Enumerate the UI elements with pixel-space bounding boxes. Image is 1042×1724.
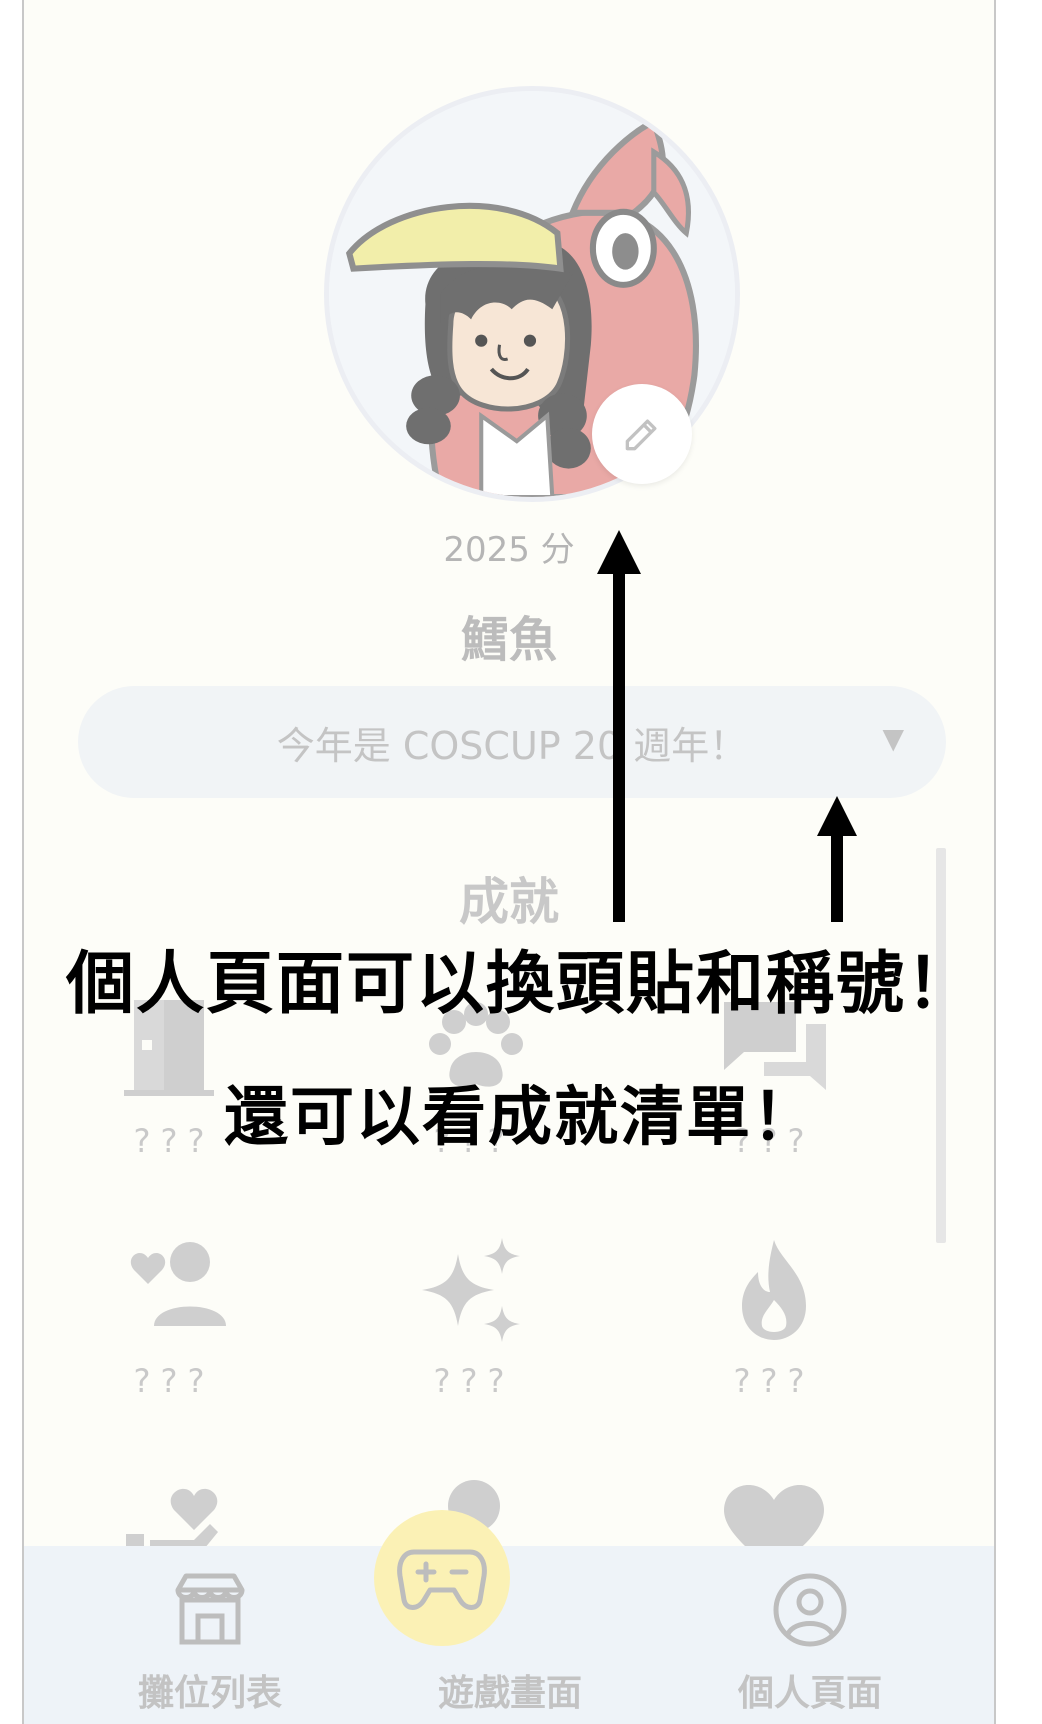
arrow-up-icon [597,530,641,922]
nav-profile[interactable]: 個人頁面 [660,1546,960,1724]
nav-game-label: 遊戲畫面 [437,1673,582,1714]
heart-person-icon [130,1242,226,1326]
pencil-icon [625,419,657,451]
scrollbar[interactable] [936,848,946,1243]
nav-profile-label: 個人頁面 [737,1673,882,1714]
nickname: 鱈魚 [460,612,557,668]
sparkles-icon [422,1238,520,1342]
achievement-label: ??? [133,1362,215,1400]
annotation-line-1: 個人頁面可以換頭貼和稱號！ [65,945,976,1024]
edit-avatar-button[interactable] [592,384,692,484]
title-select-value: 今年是 COSCUP 20 週年！ [276,723,748,768]
gamepad-icon [397,1549,487,1610]
annotation-line-2: 還可以看成就清單！ [224,1081,818,1155]
achievement-item[interactable]: ??? [364,1230,584,1400]
bottom-nav: 攤位列表 遊戲畫面 個人頁面 [24,1510,994,1724]
achievement-label: ??? [433,1362,515,1400]
fire-icon [742,1240,806,1340]
achievement-item[interactable]: ??? [64,1230,284,1400]
score-text: 2025 分 [443,530,575,570]
nav-game[interactable]: 遊戲畫面 [360,1510,660,1724]
game-button[interactable] [374,1510,510,1646]
title-select[interactable]: 今年是 COSCUP 20 週年！ ▼ [78,686,946,798]
nav-booths[interactable]: 攤位列表 [60,1546,360,1724]
achievement-item[interactable]: ??? [664,1230,884,1400]
achievement-label: ??? [733,1362,815,1400]
nav-booths-label: 攤位列表 [137,1673,282,1714]
user-circle-icon [773,1573,847,1647]
arrow-up-icon [817,796,857,922]
chevron-down-icon: ▼ [882,722,904,755]
store-icon [175,1573,245,1645]
